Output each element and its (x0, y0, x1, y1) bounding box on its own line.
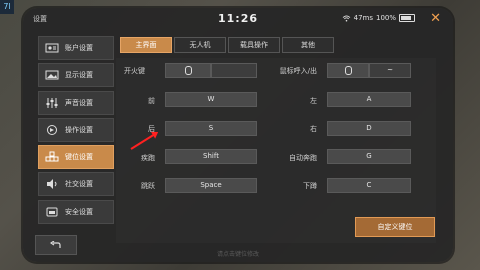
sidebar: 账户设置 显示设置 声音设置 操作设置 键位设置 社交设置 安全设置 (38, 36, 114, 227)
wifi-icon (342, 14, 350, 21)
mouse-icon (184, 65, 192, 75)
footer-note: 请点击键位修改 (216, 251, 259, 258)
status-bar: 47ms 100% (342, 14, 415, 22)
sidebar-item-label: 声音设置 (65, 98, 93, 107)
sidebar-item-keybind[interactable]: 键位设置 (38, 145, 114, 170)
fire-label: 开火键 (124, 67, 145, 75)
gesture-icon (45, 124, 59, 136)
sidebar-item-label: 安全设置 (65, 207, 93, 216)
battery-text: 100% (375, 14, 396, 22)
crouch-label: 下蹲 (303, 182, 317, 190)
custom-keybind-button[interactable]: 自定义键位 (355, 217, 435, 237)
tab-bar: 主界面 无人机 载具操作 其他 (120, 37, 334, 53)
sliders-icon (45, 97, 59, 109)
auto-run-key-field[interactable]: G (327, 149, 411, 164)
sidebar-item-operation[interactable]: 操作设置 (38, 117, 114, 142)
account-card-icon (45, 42, 59, 54)
top-bar: 设置 11:26 47ms 100% ✕ (23, 8, 453, 30)
sidebar-item-label: 显示设置 (65, 71, 93, 80)
fire-primary-field[interactable] (165, 63, 211, 78)
mouse-icon (344, 65, 352, 75)
auto-run-label: 自动奔跑 (289, 154, 317, 162)
sidebar-item-label: 社交设置 (65, 180, 93, 189)
fire-secondary-field[interactable] (211, 63, 257, 78)
tab-drone[interactable]: 无人机 (174, 37, 226, 53)
sidebar-item-social[interactable]: 社交设置 (38, 172, 114, 197)
sidebar-item-account[interactable]: 账户设置 (38, 36, 114, 60)
tab-main[interactable]: 主界面 (120, 37, 172, 53)
sidebar-item-sound[interactable]: 声音设置 (38, 90, 114, 115)
jump-key-field[interactable]: Space (165, 178, 257, 193)
sidebar-item-security[interactable]: 安全设置 (38, 199, 114, 224)
sidebar-item-label: 操作设置 (65, 125, 93, 134)
mouse-toggle-secondary-field[interactable]: ~ (369, 63, 411, 78)
jump-label: 跳跃 (141, 182, 155, 190)
settings-panel: 设置 11:26 47ms 100% ✕ 账户设置 显示设置 声音设置 操作设置… (23, 8, 453, 262)
speaker-icon (45, 178, 59, 190)
back-key-field[interactable]: S (165, 121, 257, 136)
back-label: 后 (148, 125, 155, 133)
battery-icon (399, 14, 415, 22)
right-label: 右 (310, 125, 317, 133)
crouch-key-field[interactable]: C (327, 178, 411, 193)
sidebar-item-label: 账户设置 (65, 44, 93, 52)
shield-icon (45, 206, 59, 218)
sidebar-item-display[interactable]: 显示设置 (38, 63, 114, 88)
mouse-toggle-primary-field[interactable] (327, 63, 369, 78)
left-key-field[interactable]: A (327, 92, 411, 107)
sprint-label: 疾跑 (141, 154, 155, 162)
forward-label: 前 (148, 97, 155, 105)
left-label: 左 (310, 97, 317, 105)
forward-key-field[interactable]: W (165, 92, 257, 107)
right-key-field[interactable]: D (327, 121, 411, 136)
ping-text: 47ms (353, 14, 373, 22)
tab-other[interactable]: 其他 (282, 37, 334, 53)
close-icon[interactable]: ✕ (430, 11, 441, 26)
keyboard-icon (45, 151, 59, 163)
corner-badge: 7l (0, 0, 14, 14)
tab-vehicle[interactable]: 载具操作 (228, 37, 280, 53)
sprint-key-field[interactable]: Shift (165, 149, 257, 164)
sidebar-item-label: 键位设置 (65, 153, 93, 162)
image-icon (45, 69, 59, 81)
mouse-toggle-label: 鼠标呼入/出 (279, 67, 317, 75)
